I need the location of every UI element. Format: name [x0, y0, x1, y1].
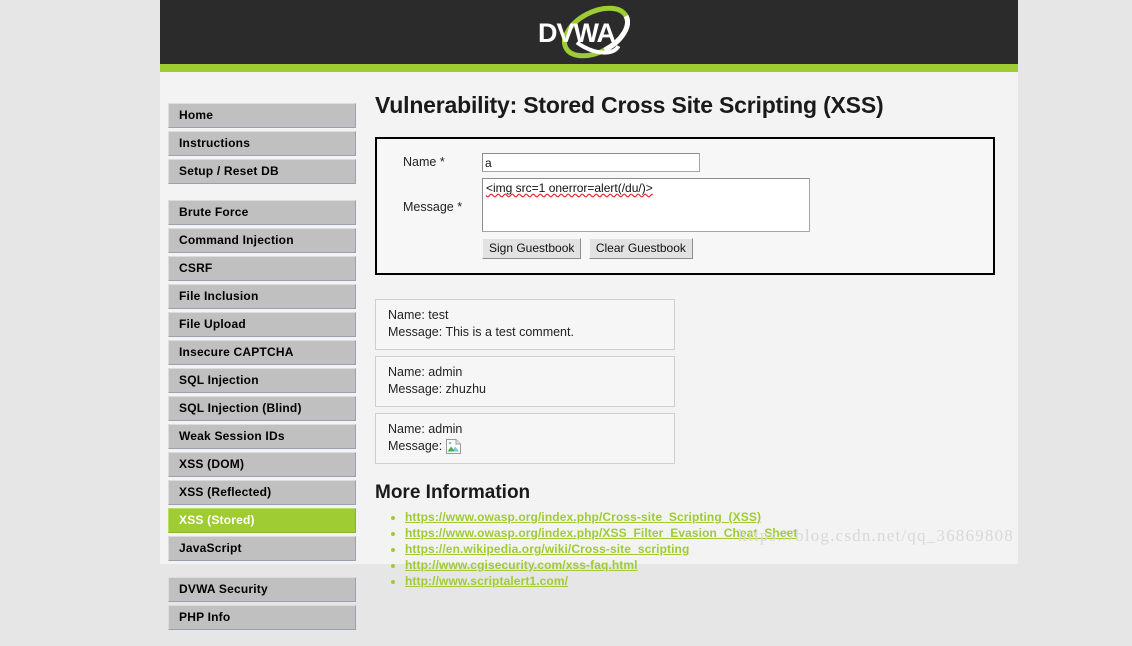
- name-row: Name *: [377, 153, 993, 172]
- sidebar-item-xss-reflected[interactable]: XSS (Reflected): [168, 480, 356, 505]
- guestbook-entry: Name: test Message: This is a test commen…: [375, 299, 675, 350]
- site-header: DVWA: [160, 0, 1018, 64]
- sidebar-item-dvwa-security[interactable]: DVWA Security: [168, 577, 356, 602]
- main-content: Vulnerability: Stored Cross Site Scripti…: [375, 72, 1015, 590]
- sidebar-item-weak-session-ids[interactable]: Weak Session IDs: [168, 424, 356, 449]
- sidebar-item-php-info[interactable]: PHP Info: [168, 605, 356, 630]
- more-information-link[interactable]: http://www.cgisecurity.com/xss-faq.html: [405, 558, 638, 572]
- guestbook-entry-message: Message:: [388, 438, 674, 455]
- list-item: http://www.scriptalert1.com/: [405, 574, 1015, 589]
- sign-guestbook-button[interactable]: Sign Guestbook: [482, 238, 582, 259]
- guestbook-entry-message-text: Message:: [388, 439, 443, 453]
- guestbook-entry-name: Name: admin: [388, 422, 463, 436]
- guestbook-entry-name: Name: test: [388, 308, 449, 322]
- message-label: Message *: [403, 200, 463, 214]
- sidebar-item-setup-reset-db[interactable]: Setup / Reset DB: [168, 159, 356, 184]
- guestbook-entry: Name: admin Message: zhuzhu: [375, 356, 675, 407]
- sidebar-item-file-upload[interactable]: File Upload: [168, 312, 356, 337]
- guestbook-entry: Name: admin Message:: [375, 413, 675, 464]
- sidebar-item-instructions[interactable]: Instructions: [168, 131, 356, 156]
- guestbook-entry-message: Message: This is a test comment.: [388, 324, 674, 341]
- svg-text:DVWA: DVWA: [538, 18, 616, 48]
- more-information-links: https://www.owasp.org/index.php/Cross-si…: [375, 510, 1015, 589]
- sidebar-item-sql-injection-blind[interactable]: SQL Injection (Blind): [168, 396, 356, 421]
- message-input[interactable]: <img src=1 onerror=alert(/du/)>: [482, 178, 810, 232]
- page-body: Home Instructions Setup / Reset DB Brute Fo…: [160, 72, 1018, 630]
- sidebar-item-home[interactable]: Home: [168, 103, 356, 128]
- dvwa-logo[interactable]: DVWA: [524, 4, 654, 60]
- guestbook-entries: Name: test Message: This is a test commen…: [375, 299, 675, 464]
- watermark: https://blog.csdn.net/qq_36869808: [738, 526, 1014, 545]
- more-information-link[interactable]: https://www.owasp.org/index.php/Cross-si…: [405, 510, 761, 524]
- guestbook-entry-message-text: Message: zhuzhu: [388, 382, 486, 396]
- sidebar-item-xss-dom[interactable]: XSS (DOM): [168, 452, 356, 477]
- sidebar-item-file-inclusion[interactable]: File Inclusion: [168, 284, 356, 309]
- sidebar-item-xss-stored[interactable]: XSS (Stored): [168, 508, 356, 533]
- sidebar-item-insecure-captcha[interactable]: Insecure CAPTCHA: [168, 340, 356, 365]
- sidebar-nav: Home Instructions Setup / Reset DB Brute Fo…: [168, 103, 356, 646]
- clear-guestbook-button[interactable]: Clear Guestbook: [588, 238, 693, 259]
- list-item: http://www.cgisecurity.com/xss-faq.html: [405, 558, 1015, 573]
- sidebar-group: DVWA Security PHP Info: [168, 577, 356, 630]
- list-item: https://www.owasp.org/index.php/Cross-si…: [405, 510, 1015, 525]
- sidebar-item-javascript[interactable]: JavaScript: [168, 536, 356, 561]
- sidebar-item-command-injection[interactable]: Command Injection: [168, 228, 356, 253]
- sidebar-item-csrf[interactable]: CSRF: [168, 256, 356, 281]
- guestbook-entry-message-text: Message: This is a test comment.: [388, 325, 574, 339]
- more-information-link[interactable]: https://en.wikipedia.org/wiki/Cross-site…: [405, 542, 689, 556]
- sidebar-item-sql-injection[interactable]: SQL Injection: [168, 368, 356, 393]
- header-accent-bar: [160, 64, 1018, 72]
- more-information-title: More Information: [375, 482, 531, 503]
- guestbook-form: Name * Message * <img src=1 onerror=aler…: [375, 137, 995, 275]
- name-label: Name *: [403, 155, 445, 169]
- more-information-link[interactable]: http://www.scriptalert1.com/: [405, 574, 568, 588]
- sidebar-item-brute-force[interactable]: Brute Force: [168, 200, 356, 225]
- form-button-row: Sign Guestbook Clear Guestbook: [377, 238, 993, 259]
- message-row: Message * <img src=1 onerror=alert(/du/)…: [377, 178, 993, 232]
- broken-image-icon: [446, 439, 462, 454]
- name-input[interactable]: [482, 153, 700, 172]
- sidebar-group: Home Instructions Setup / Reset DB: [168, 103, 356, 184]
- guestbook-entry-message: Message: zhuzhu: [388, 381, 674, 398]
- guestbook-entry-name: Name: admin: [388, 365, 463, 379]
- sidebar-group: Brute Force Command Injection CSRF File Inc…: [168, 200, 356, 561]
- page-container: DVWA Home Instructions Setup / Reset DB Bru…: [160, 0, 1018, 630]
- page-title: Vulnerability: Stored Cross Site Scripti…: [375, 92, 884, 118]
